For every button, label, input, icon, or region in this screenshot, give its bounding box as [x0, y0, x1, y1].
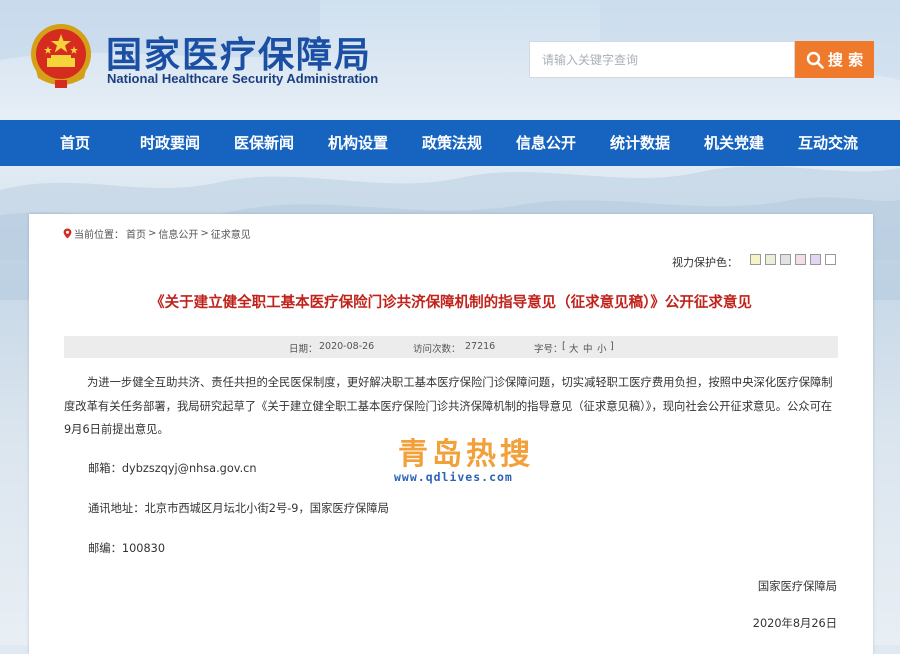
swatch-yellow[interactable]: [750, 254, 761, 265]
search-input[interactable]: [529, 41, 795, 78]
views-value: 27216: [465, 341, 496, 352]
nav-item-organization[interactable]: 机构设置: [328, 120, 388, 166]
nav-item-party-building[interactable]: 机关党建: [704, 120, 764, 166]
search-button-label: 搜 索: [827, 51, 864, 69]
site-header: 国家医疗保障局 National Healthcare Security Adm…: [0, 0, 900, 120]
site-title-en[interactable]: National Healthcare Security Administrat…: [107, 71, 378, 86]
fontsize-close: ]: [610, 341, 614, 352]
breadcrumb: 当前位置： 首页 > 信息公开 > 征求意见: [63, 226, 251, 241]
breadcrumb-prefix: 当前位置：: [74, 230, 124, 241]
watermark-text: 青岛热搜: [398, 437, 534, 472]
article-meta-bar: 日期： 2020-08-26 访问次数： 27216 字号： [ 大 中 小 ]: [64, 336, 838, 358]
watermark-url: www.qdlives.com: [394, 470, 513, 484]
article-panel: 当前位置： 首页 > 信息公开 > 征求意见 视力保护色： 《关于建立健全职工基…: [29, 214, 873, 654]
breadcrumb-home[interactable]: 首页: [126, 226, 146, 241]
search-icon: [806, 51, 824, 69]
national-emblem-icon[interactable]: [28, 22, 94, 90]
nav-item-insurance-news[interactable]: 医保新闻: [234, 120, 294, 166]
contact-address: 通讯地址：北京市西城区月坛北小街2号-9，国家医疗保障局: [88, 502, 389, 515]
date-label: 日期：: [289, 344, 318, 355]
nav-item-info-disclosure[interactable]: 信息公开: [516, 120, 576, 166]
swatch-white[interactable]: [825, 254, 836, 265]
breadcrumb-separator: >: [200, 228, 209, 239]
signature-date: 2020年8月26日: [752, 617, 837, 630]
breadcrumb-separator: >: [148, 228, 157, 239]
main-nav: 首页 时政要闻 医保新闻 机构设置 政策法规 信息公开 统计数据 机关党建 互动…: [0, 120, 900, 166]
fontsize-label: 字号：: [534, 344, 563, 355]
contact-email: 邮箱：dybzszqyj@nhsa.gov.cn: [88, 462, 257, 475]
breadcrumb-solicit-opinions[interactable]: 征求意见: [211, 226, 251, 241]
fontsize-open: [: [562, 341, 566, 352]
location-pin-icon: [63, 228, 72, 239]
swatch-purple[interactable]: [810, 254, 821, 265]
contact-postcode: 邮编：100830: [88, 542, 166, 555]
eye-protection-label: 视力保护色：: [672, 256, 738, 269]
views-label: 访问次数：: [413, 344, 461, 355]
swatch-pink[interactable]: [795, 254, 806, 265]
eye-protection-swatches: [750, 254, 836, 265]
swatch-green[interactable]: [765, 254, 776, 265]
fontsize-small-link[interactable]: 小: [597, 341, 607, 355]
breadcrumb-info-disclosure[interactable]: 信息公开: [158, 226, 198, 241]
nav-item-current-affairs[interactable]: 时政要闻: [140, 120, 200, 166]
nav-item-policies[interactable]: 政策法规: [422, 120, 482, 166]
signature-org: 国家医疗保障局: [757, 580, 837, 593]
nav-item-home[interactable]: 首页: [60, 120, 90, 166]
article-title: 《关于建立健全职工基本医疗保险门诊共济保障机制的指导意见（征求意见稿）》公开征求…: [150, 295, 752, 311]
search-button[interactable]: 搜 索: [795, 41, 874, 78]
fontsize-medium-link[interactable]: 中: [583, 341, 593, 355]
swatch-gray[interactable]: [780, 254, 791, 265]
fontsize-large-link[interactable]: 大: [569, 341, 579, 355]
nav-item-interaction[interactable]: 互动交流: [798, 120, 858, 166]
nav-item-statistics[interactable]: 统计数据: [610, 120, 670, 166]
date-value: 2020-08-26: [319, 341, 375, 352]
